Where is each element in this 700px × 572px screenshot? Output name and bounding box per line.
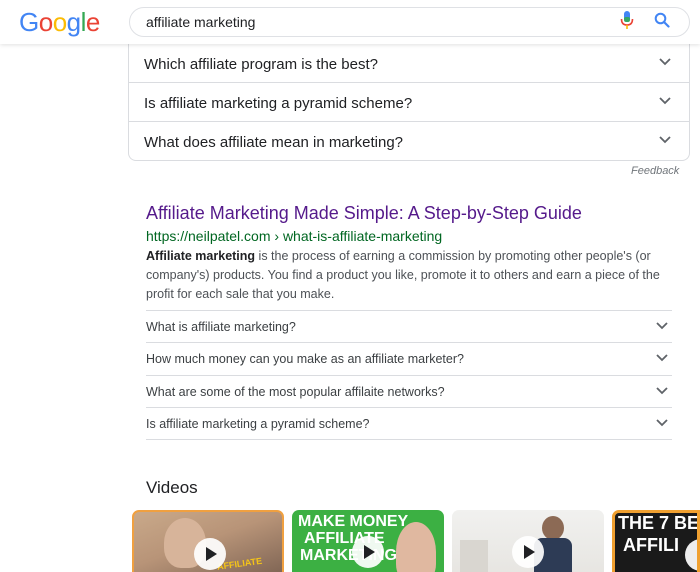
chevron-down-icon (659, 136, 671, 144)
search-input[interactable]: affiliate marketing (146, 14, 255, 30)
search-box[interactable]: affiliate marketing (129, 7, 690, 37)
logo-letter-o2: o (52, 7, 67, 37)
paa-question-text: What does affiliate mean in marketing? (144, 134, 404, 151)
video-thumbnail-4[interactable]: THE 7 BES AFFILI (612, 510, 700, 572)
play-icon (352, 536, 384, 568)
faq-question-text: What is affiliate marketing? (146, 320, 296, 334)
microphone-icon[interactable] (620, 11, 634, 31)
google-logo[interactable]: Google (19, 7, 100, 38)
feedback-link[interactable]: Feedback (631, 165, 679, 177)
result-title-link[interactable]: Affiliate Marketing Made Simple: A Step-… (146, 203, 582, 224)
logo-letter-g2: g (66, 7, 81, 37)
result-url[interactable]: https://neilpatel.com › what-is-affiliat… (146, 228, 442, 244)
chevron-down-icon (659, 58, 671, 66)
chair-shape (460, 540, 488, 572)
search-icon[interactable] (654, 12, 670, 28)
people-also-ask-box: Which affiliate program is the best? Is … (128, 44, 690, 161)
result-faq-item[interactable]: Is affiliate marketing a pyramid scheme? (146, 407, 672, 439)
result-faq-item[interactable]: What are some of the most popular affila… (146, 375, 672, 407)
result-snippet: Affiliate marketing is the process of ea… (146, 247, 676, 304)
thumbnail-caption-line2: AFFILI (623, 535, 679, 555)
logo-letter-o1: o (38, 7, 53, 37)
paa-question[interactable]: Is affiliate marketing a pyramid scheme? (129, 83, 689, 122)
header-bar: Google affiliate marketing (0, 0, 700, 44)
chevron-down-icon (656, 387, 668, 395)
thumbnail-caption: AFFILIATE MARKETING (216, 555, 274, 572)
play-icon (194, 538, 226, 570)
paa-question[interactable]: Which affiliate program is the best? (129, 44, 689, 83)
thumbnail-caption-line1: THE 7 BES (618, 513, 700, 533)
logo-letter-e: e (85, 7, 100, 37)
video-thumbnail-3[interactable] (452, 510, 604, 572)
snippet-bold-term: Affiliate marketing (146, 249, 256, 263)
play-icon (512, 536, 544, 568)
videos-heading: Videos (146, 478, 198, 497)
video-thumbnail-2[interactable]: MAKE MONEY AFFILIATE MARKETING (292, 510, 444, 572)
play-icon (685, 539, 697, 571)
result-faq-item[interactable]: How much money can you make as an affili… (146, 342, 672, 374)
logo-letter-g: G (19, 7, 39, 37)
thumbnail-caption-line1: MAKE MONEY (298, 513, 409, 530)
chevron-down-icon (659, 97, 671, 105)
person-head (542, 516, 564, 540)
paa-question-text: Which affiliate program is the best? (144, 56, 379, 73)
chevron-down-icon (656, 419, 668, 427)
chevron-down-icon (656, 354, 668, 362)
paa-question[interactable]: What does affiliate mean in marketing? (129, 122, 689, 161)
chevron-down-icon (656, 322, 668, 330)
faq-question-text: How much money can you make as an affili… (146, 352, 464, 366)
faq-question-text: Is affiliate marketing a pyramid scheme? (146, 417, 370, 431)
divider (146, 439, 672, 440)
paa-question-text: Is affiliate marketing a pyramid scheme? (144, 95, 413, 112)
faq-question-text: What are some of the most popular affila… (146, 385, 445, 399)
result-faq-item[interactable]: What is affiliate marketing? (146, 310, 672, 342)
video-thumbnail-1[interactable]: AFFILIATE MARKETING (132, 510, 284, 572)
